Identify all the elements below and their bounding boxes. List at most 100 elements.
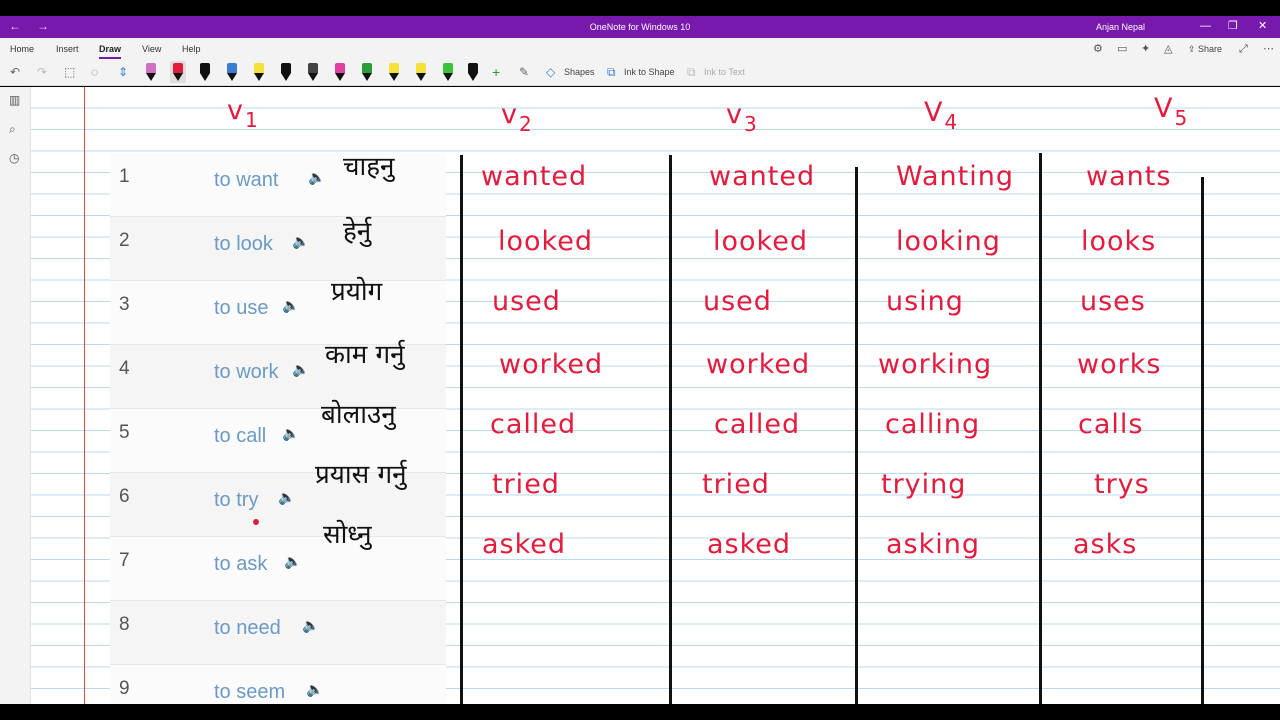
handwritten-v2-form: used bbox=[492, 286, 561, 317]
handwritten-v5-form: works bbox=[1077, 349, 1162, 380]
vocab-word[interactable]: to work bbox=[214, 361, 278, 384]
ink-to-shape-icon[interactable]: ⧉ bbox=[607, 65, 616, 79]
lightbulb-icon[interactable]: ✦ bbox=[1141, 43, 1150, 55]
left-sidebar: ▥ ⌕ ◷ bbox=[0, 87, 31, 704]
undo-icon[interactable]: ↶ bbox=[10, 65, 20, 79]
search-icon[interactable]: ⌕ bbox=[9, 122, 16, 137]
pen-13[interactable] bbox=[465, 61, 481, 83]
lasso-select-icon[interactable]: ⬚ bbox=[64, 65, 75, 79]
notebooks-icon[interactable]: ▥ bbox=[9, 93, 20, 107]
vocab-row: 2 to look 🔈 bbox=[110, 217, 446, 281]
pen-7[interactable] bbox=[305, 61, 321, 83]
pen-5[interactable] bbox=[251, 61, 267, 83]
ruler-icon[interactable]: ✎ bbox=[519, 65, 529, 79]
speaker-icon[interactable]: 🔈 bbox=[282, 425, 299, 442]
column-divider bbox=[669, 155, 672, 704]
pen-12[interactable] bbox=[440, 61, 456, 83]
speaker-icon[interactable]: 🔈 bbox=[292, 361, 309, 378]
handwritten-v4-form: asking bbox=[886, 529, 981, 560]
pen-3[interactable] bbox=[197, 61, 213, 83]
vocab-word[interactable]: to look bbox=[214, 233, 273, 256]
vocab-row: 1 to want 🔈 bbox=[110, 153, 446, 217]
handwritten-v3-form: looked bbox=[713, 226, 808, 257]
handwritten-v4-form: Wanting bbox=[896, 161, 1014, 192]
tab-draw[interactable]: Draw bbox=[99, 44, 122, 59]
ink-to-text-button[interactable]: Ink to Text bbox=[704, 67, 745, 77]
column-divider bbox=[855, 167, 858, 704]
handwritten-v5-form: trys bbox=[1094, 469, 1150, 500]
pen-1[interactable] bbox=[143, 61, 159, 83]
tab-home[interactable]: Home bbox=[10, 44, 34, 54]
row-number: 1 bbox=[119, 166, 130, 187]
pen-9[interactable] bbox=[359, 61, 375, 83]
speaker-icon[interactable]: 🔈 bbox=[302, 617, 319, 634]
fullscreen-icon[interactable]: ⤢ bbox=[1239, 43, 1248, 55]
vocab-row: 9 to seem 🔈 bbox=[110, 665, 446, 704]
more-options-icon[interactable]: ⋯ bbox=[1263, 43, 1274, 55]
vocab-word[interactable]: to need bbox=[214, 617, 281, 640]
pen-8[interactable] bbox=[332, 61, 348, 83]
share-button[interactable]: ⇪ Share bbox=[1188, 44, 1222, 55]
nepali-meaning: काम गर्नु bbox=[325, 340, 405, 370]
vocab-word[interactable]: to seem bbox=[214, 681, 285, 704]
vocab-word[interactable]: to use bbox=[214, 297, 268, 320]
vocab-row: 8 to need 🔈 bbox=[110, 601, 446, 665]
handwritten-v4-form: looking bbox=[896, 226, 1001, 257]
pen-6[interactable] bbox=[278, 61, 294, 83]
handwritten-v3-form: worked bbox=[706, 349, 811, 380]
pen-4[interactable] bbox=[224, 61, 240, 83]
handwritten-v2-form: looked bbox=[498, 226, 593, 257]
speaker-icon[interactable]: 🔈 bbox=[284, 553, 301, 570]
vocab-word[interactable]: to try bbox=[214, 489, 258, 512]
vocab-word[interactable]: to ask bbox=[214, 553, 267, 576]
header-v4: V4 bbox=[924, 97, 958, 134]
close-icon[interactable]: ✕ bbox=[1258, 19, 1267, 33]
pen-11[interactable] bbox=[413, 61, 429, 83]
column-divider bbox=[460, 155, 463, 704]
add-space-icon[interactable]: ⇕ bbox=[118, 65, 128, 79]
header-v2: v2 bbox=[501, 99, 532, 136]
row-number: 7 bbox=[119, 550, 130, 571]
ink-to-shape-button[interactable]: Ink to Shape bbox=[624, 67, 675, 77]
tab-insert[interactable]: Insert bbox=[56, 44, 79, 54]
pen-2[interactable] bbox=[170, 61, 186, 83]
tab-view[interactable]: View bbox=[142, 44, 161, 54]
ink-to-text-icon[interactable]: ⧉ bbox=[687, 65, 696, 79]
note-page[interactable]: 1 to want 🔈 2 to look 🔈 3 to use 🔈 4 to work 🔈 5 to c… bbox=[31, 87, 1280, 704]
tab-help[interactable]: Help bbox=[182, 44, 201, 54]
handwritten-v2-form: tried bbox=[492, 469, 560, 500]
nepali-meaning: प्रयास गर्नु bbox=[315, 460, 407, 490]
sticky-notes-icon[interactable]: ⚙ bbox=[1093, 43, 1103, 55]
restore-icon[interactable]: ❐ bbox=[1228, 19, 1238, 33]
shapes-icon[interactable]: ◇ bbox=[546, 65, 555, 79]
recent-clock-icon[interactable]: ◷ bbox=[9, 151, 19, 165]
handwritten-v3-form: asked bbox=[707, 529, 792, 560]
handwritten-v5-form: calls bbox=[1078, 409, 1144, 440]
handwritten-v2-form: worked bbox=[499, 349, 604, 380]
handwritten-v5-form: asks bbox=[1073, 529, 1138, 560]
vocab-word[interactable]: to want bbox=[214, 169, 278, 192]
handwritten-v4-form: calling bbox=[885, 409, 981, 440]
minimize-icon[interactable]: — bbox=[1200, 19, 1211, 33]
vocab-word[interactable]: to call bbox=[214, 425, 266, 448]
margin-line bbox=[84, 87, 85, 704]
vocab-row: 7 to ask 🔈 bbox=[110, 537, 446, 601]
page-icon[interactable]: ▭ bbox=[1117, 43, 1127, 55]
speaker-icon[interactable]: 🔈 bbox=[306, 681, 323, 698]
row-number: 3 bbox=[119, 294, 130, 315]
ribbon-tabs: Home Insert Draw View Help ⚙ ▭ ✦ ◬ ⇪ Sha… bbox=[0, 38, 1280, 60]
bell-icon[interactable]: ◬ bbox=[1164, 43, 1172, 55]
speaker-icon[interactable]: 🔈 bbox=[282, 297, 299, 314]
pen-10[interactable] bbox=[386, 61, 402, 83]
user-name[interactable]: Anjan Nepal bbox=[1096, 22, 1145, 32]
speaker-icon[interactable]: 🔈 bbox=[308, 169, 325, 186]
header-v3: v3 bbox=[726, 99, 757, 136]
shapes-button[interactable]: Shapes bbox=[564, 67, 595, 77]
redo-icon[interactable]: ↷ bbox=[37, 65, 47, 79]
speaker-icon[interactable]: 🔈 bbox=[278, 489, 295, 506]
handwritten-v2-form: wanted bbox=[481, 161, 588, 192]
eraser-icon[interactable]: ◌ bbox=[91, 65, 98, 79]
handwritten-v2-form: called bbox=[490, 409, 577, 440]
speaker-icon[interactable]: 🔈 bbox=[292, 233, 309, 250]
add-pen-icon[interactable]: + bbox=[492, 65, 500, 79]
